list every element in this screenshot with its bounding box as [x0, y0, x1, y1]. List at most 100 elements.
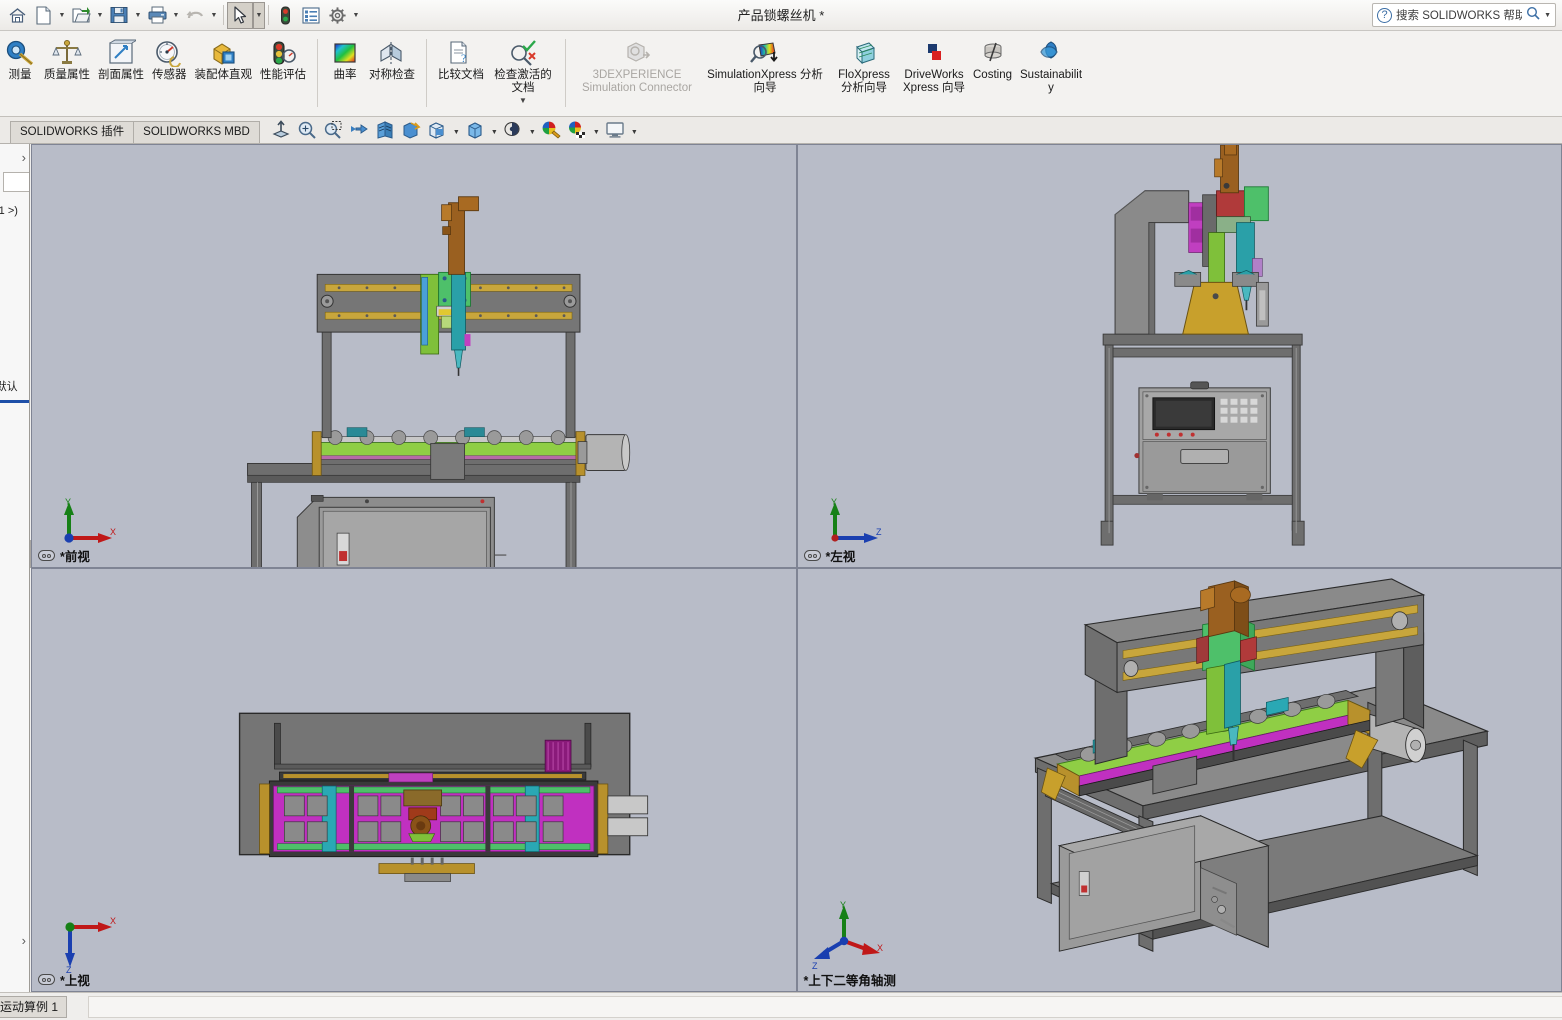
hide-show-items-icon[interactable] [463, 118, 488, 142]
compare-documents-icon: ? [446, 37, 476, 67]
floxpress-button[interactable]: FloXpress 分析向导 [829, 35, 899, 95]
viewport-left-label: *左视 [804, 546, 856, 565]
compare-documents-button[interactable]: ? 比较文档 [434, 35, 488, 82]
view-orientation-icon[interactable] [399, 118, 424, 142]
panel-expand-icon[interactable]: › [22, 150, 26, 165]
tab-solidworks-mbd[interactable]: SOLIDWORKS MBD [133, 121, 260, 143]
search-icon[interactable] [1526, 6, 1540, 25]
viewport-dimetric-label: *上下二等角轴测 [804, 970, 896, 989]
svg-text:X: X [110, 527, 116, 537]
new-document-dropdown-icon[interactable]: ▼ [56, 2, 68, 29]
open-document-dropdown-icon[interactable]: ▼ [94, 2, 106, 29]
measure-icon [5, 37, 35, 67]
ribbon-toolbar: 测量 质量属性 [0, 31, 1562, 117]
help-search-input[interactable]: 搜索 SOLIDWORKS 帮助 [1396, 7, 1522, 23]
ribbon-separator-2 [426, 39, 427, 107]
ribbon-separator-3 [565, 39, 566, 107]
measure-button[interactable]: 测量 [0, 35, 40, 82]
viewport-left-label-text: *左视 [826, 546, 856, 565]
select-cursor-icon[interactable] [227, 2, 253, 29]
help-dropdown-icon[interactable]: ▼ [1544, 12, 1551, 19]
costing-icon [978, 37, 1008, 67]
feature-tree-node[interactable]: 丝-1 >) [0, 202, 18, 218]
configuration-label[interactable]: (默认 [0, 378, 18, 394]
tab-solidworks-addins[interactable]: SOLIDWORKS 插件 [10, 121, 134, 143]
home-icon[interactable] [4, 2, 30, 29]
svg-text:?: ? [461, 51, 466, 65]
rebuild-icon[interactable] [272, 2, 298, 29]
help-search-box[interactable]: ? 搜索 SOLIDWORKS 帮助 ▼ [1372, 3, 1556, 27]
save-icon[interactable] [106, 2, 132, 29]
print-dropdown-icon[interactable]: ▼ [170, 2, 182, 29]
open-document-icon[interactable] [68, 2, 94, 29]
curvature-button[interactable]: 曲率 [325, 35, 365, 82]
display-style-icon[interactable] [425, 118, 450, 142]
section-view-icon[interactable] [373, 118, 398, 142]
sustainability-button[interactable]: Sustainability [1016, 35, 1086, 95]
driveworksxpress-button[interactable]: DriveWorksXpress 向导 [899, 35, 969, 95]
quick-access-toolbar: ▼ ▼ ▼ [0, 0, 362, 31]
apply-appearance-icon[interactable] [539, 118, 564, 142]
view-settings-icon[interactable] [603, 118, 628, 142]
save-dropdown-icon[interactable]: ▼ [132, 2, 144, 29]
sensor-icon [154, 37, 184, 67]
print-icon[interactable] [144, 2, 170, 29]
measure-label: 测量 [9, 69, 32, 82]
costing-label: Costing [973, 69, 1012, 82]
viewport-dimetric[interactable]: Y X Z *上下二等角轴测 [797, 568, 1562, 992]
svg-text:X: X [877, 943, 883, 953]
check-active-document-button[interactable]: 检查激活的文档 ▼ [488, 35, 558, 105]
sustainability-icon [1036, 37, 1066, 67]
status-bar: 运动算例 1 [0, 992, 1562, 1020]
performance-evaluation-icon [268, 37, 298, 67]
symmetry-check-label: 对称检查 [369, 69, 415, 82]
driveworksxpress-icon [919, 37, 949, 67]
zoom-to-area-icon[interactable] [321, 118, 346, 142]
ribbon-separator-1 [317, 39, 318, 107]
check-active-document-dropdown-icon[interactable]: ▼ [519, 96, 527, 105]
apply-scene-dropdown-icon[interactable]: ▼ [591, 118, 602, 142]
assembly-visualization-label: 装配体直观 [195, 69, 253, 82]
mass-properties-button[interactable]: 质量属性 [40, 35, 94, 82]
symmetry-check-button[interactable]: 对称检查 [365, 35, 419, 82]
options-list-icon[interactable] [298, 2, 324, 29]
edit-appearance-icon[interactable] [501, 118, 526, 142]
new-document-icon[interactable] [30, 2, 56, 29]
display-style-dropdown-icon[interactable]: ▼ [451, 118, 462, 142]
select-dropdown-icon[interactable]: ▼ [253, 2, 265, 29]
simulationxpress-button[interactable]: SimulationXpress 分析向导 [701, 35, 829, 95]
motion-study-tab[interactable]: 运动算例 1 [0, 996, 67, 1018]
performance-evaluation-button[interactable]: 性能评估 [256, 35, 310, 82]
normal-to-icon[interactable] [269, 118, 294, 142]
edit-appearance-dropdown-icon[interactable]: ▼ [527, 118, 538, 142]
previous-view-icon[interactable] [347, 118, 372, 142]
apply-scene-icon[interactable] [565, 118, 590, 142]
hide-show-items-dropdown-icon[interactable]: ▼ [489, 118, 500, 142]
view-settings-dropdown-icon[interactable]: ▼ [629, 118, 640, 142]
section-properties-button[interactable]: 剖面属性 [94, 35, 148, 82]
panel-selection-highlight [0, 400, 30, 403]
gear-icon[interactable] [324, 2, 350, 29]
sensor-button[interactable]: 传感器 [148, 35, 191, 82]
options-dropdown-icon[interactable]: ▼ [350, 2, 362, 29]
view-link-icon [804, 550, 821, 561]
costing-button[interactable]: Costing [969, 35, 1016, 82]
undo-icon[interactable] [182, 2, 208, 29]
sustainability-label: Sustainability [1020, 69, 1082, 95]
triad-left: Y Z [824, 497, 886, 549]
viewport-top[interactable]: X Z *上视 [31, 568, 797, 992]
mass-properties-icon [52, 37, 82, 67]
check-active-document-label: 检查激活的文档 [492, 69, 554, 95]
model-left-view [798, 145, 1562, 567]
zoom-to-fit-icon[interactable] [295, 118, 320, 142]
viewport-top-label-text: *上视 [60, 970, 90, 989]
panel-expand-bottom-icon[interactable]: › [22, 933, 26, 948]
viewport-front-label-text: *前视 [60, 546, 90, 565]
assembly-visualization-button[interactable]: 装配体直观 [191, 35, 257, 82]
viewport-dimetric-label-text: *上下二等角轴测 [804, 970, 896, 989]
viewport-left[interactable]: Y Z *左视 [797, 144, 1562, 568]
undo-dropdown-icon[interactable]: ▼ [208, 2, 220, 29]
viewport-front[interactable]: Y X *前视 [31, 144, 797, 568]
3dexperience-simulation-connector-button[interactable]: 3DEXPERIENCE Simulation Connector [573, 35, 701, 95]
tree-search-input[interactable] [3, 172, 30, 192]
